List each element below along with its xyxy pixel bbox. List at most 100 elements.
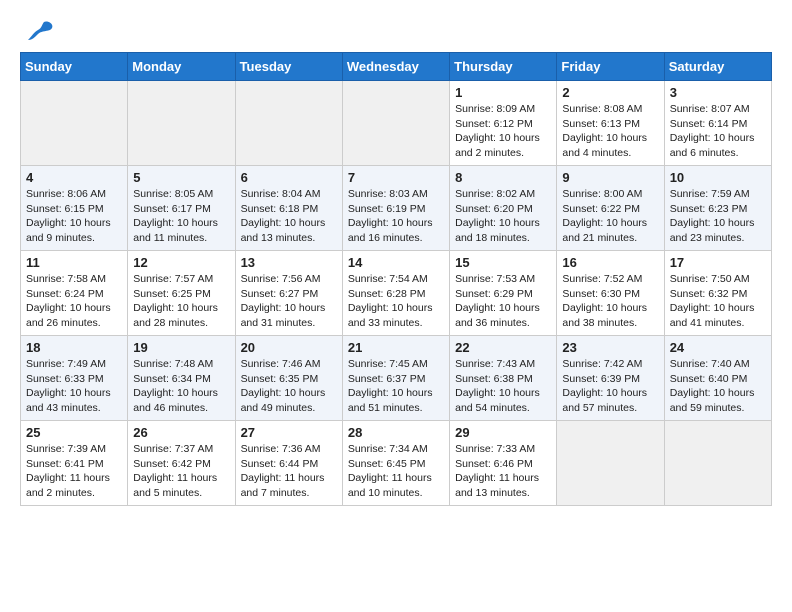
day-number: 20 (241, 340, 337, 355)
day-info: Sunrise: 7:49 AMSunset: 6:33 PMDaylight:… (26, 357, 122, 416)
calendar-day-cell: 9 Sunrise: 8:00 AMSunset: 6:22 PMDaylight… (557, 166, 664, 251)
calendar-day-cell (664, 421, 771, 506)
day-number: 12 (133, 255, 229, 270)
calendar-day-cell: 22Sunrise: 7:43 AMSunset: 6:38 PMDayligh… (450, 336, 557, 421)
day-info: Sunrise: 8:00 AMSunset: 6:22 PMDaylight:… (562, 187, 658, 246)
day-number: 3 (670, 85, 766, 100)
day-number: 6 (241, 170, 337, 185)
day-info: Sunrise: 7:43 AMSunset: 6:38 PMDaylight:… (455, 357, 551, 416)
calendar-day-cell: 13 Sunrise: 7:56 AMSunset: 6:27 PMDayligh… (235, 251, 342, 336)
day-number: 17 (670, 255, 766, 270)
logo-bird-icon (24, 20, 56, 42)
day-number: 28 (348, 425, 444, 440)
day-number: 2 (562, 85, 658, 100)
day-info: Sunrise: 7:39 AMSunset: 6:41 PMDaylight:… (26, 442, 122, 501)
calendar-day-cell: 23 Sunrise: 7:42 AMSunset: 6:39 PMDayligh… (557, 336, 664, 421)
day-number: 8 (455, 170, 551, 185)
calendar-week-row: 18 Sunrise: 7:49 AMSunset: 6:33 PMDayligh… (21, 336, 772, 421)
day-number: 9 (562, 170, 658, 185)
day-number: 21 (348, 340, 444, 355)
day-info: Sunrise: 7:46 AMSunset: 6:35 PMDaylight:… (241, 357, 337, 416)
day-info: Sunrise: 7:37 AMSunset: 6:42 PMDaylight:… (133, 442, 229, 501)
calendar-day-cell: 18 Sunrise: 7:49 AMSunset: 6:33 PMDayligh… (21, 336, 128, 421)
day-info: Sunrise: 7:42 AMSunset: 6:39 PMDaylight:… (562, 357, 658, 416)
day-number: 4 (26, 170, 122, 185)
weekday-header-row: SundayMondayTuesdayWednesdayThursdayFrid… (21, 53, 772, 81)
calendar-day-cell: 25Sunrise: 7:39 AMSunset: 6:41 PMDayligh… (21, 421, 128, 506)
day-number: 13 (241, 255, 337, 270)
day-number: 27 (241, 425, 337, 440)
day-info: Sunrise: 7:33 AMSunset: 6:46 PMDaylight:… (455, 442, 551, 501)
day-info: Sunrise: 8:07 AMSunset: 6:14 PMDaylight:… (670, 102, 766, 161)
day-number: 24 (670, 340, 766, 355)
calendar-day-cell: 28 Sunrise: 7:34 AMSunset: 6:45 PMDayligh… (342, 421, 449, 506)
weekday-header-tuesday: Tuesday (235, 53, 342, 81)
day-info: Sunrise: 8:02 AMSunset: 6:20 PMDaylight:… (455, 187, 551, 246)
calendar-day-cell: 15Sunrise: 7:53 AMSunset: 6:29 PMDayligh… (450, 251, 557, 336)
calendar-day-cell: 8 Sunrise: 8:02 AMSunset: 6:20 PMDaylight… (450, 166, 557, 251)
weekday-header-saturday: Saturday (664, 53, 771, 81)
page-header (20, 20, 772, 42)
day-info: Sunrise: 8:09 AMSunset: 6:12 PMDaylight:… (455, 102, 551, 161)
day-info: Sunrise: 8:03 AMSunset: 6:19 PMDaylight:… (348, 187, 444, 246)
calendar-day-cell: 12 Sunrise: 7:57 AMSunset: 6:25 PMDayligh… (128, 251, 235, 336)
calendar-day-cell: 1 Sunrise: 8:09 AMSunset: 6:12 PMDaylight… (450, 81, 557, 166)
calendar-day-cell: 26 Sunrise: 7:37 AMSunset: 6:42 PMDayligh… (128, 421, 235, 506)
calendar-day-cell: 17 Sunrise: 7:50 AMSunset: 6:32 PMDayligh… (664, 251, 771, 336)
day-info: Sunrise: 7:59 AMSunset: 6:23 PMDaylight:… (670, 187, 766, 246)
calendar-day-cell (128, 81, 235, 166)
calendar-day-cell: 7 Sunrise: 8:03 AMSunset: 6:19 PMDaylight… (342, 166, 449, 251)
day-number: 23 (562, 340, 658, 355)
day-info: Sunrise: 7:56 AMSunset: 6:27 PMDaylight:… (241, 272, 337, 331)
day-info: Sunrise: 8:06 AMSunset: 6:15 PMDaylight:… (26, 187, 122, 246)
weekday-header-thursday: Thursday (450, 53, 557, 81)
calendar-day-cell: 11Sunrise: 7:58 AMSunset: 6:24 PMDayligh… (21, 251, 128, 336)
weekday-header-monday: Monday (128, 53, 235, 81)
calendar-day-cell: 16Sunrise: 7:52 AMSunset: 6:30 PMDayligh… (557, 251, 664, 336)
day-number: 14 (348, 255, 444, 270)
calendar-day-cell: 5 Sunrise: 8:05 AMSunset: 6:17 PMDaylight… (128, 166, 235, 251)
day-info: Sunrise: 7:57 AMSunset: 6:25 PMDaylight:… (133, 272, 229, 331)
day-number: 29 (455, 425, 551, 440)
calendar-day-cell: 19 Sunrise: 7:48 AMSunset: 6:34 PMDayligh… (128, 336, 235, 421)
calendar-table: SundayMondayTuesdayWednesdayThursdayFrid… (20, 52, 772, 506)
day-info: Sunrise: 7:53 AMSunset: 6:29 PMDaylight:… (455, 272, 551, 331)
calendar-week-row: 4 Sunrise: 8:06 AMSunset: 6:15 PMDaylight… (21, 166, 772, 251)
calendar-day-cell: 24 Sunrise: 7:40 AMSunset: 6:40 PMDayligh… (664, 336, 771, 421)
weekday-header-wednesday: Wednesday (342, 53, 449, 81)
calendar-day-cell: 21 Sunrise: 7:45 AMSunset: 6:37 PMDayligh… (342, 336, 449, 421)
day-info: Sunrise: 7:40 AMSunset: 6:40 PMDaylight:… (670, 357, 766, 416)
calendar-day-cell: 3 Sunrise: 8:07 AMSunset: 6:14 PMDaylight… (664, 81, 771, 166)
calendar-day-cell: 29 Sunrise: 7:33 AMSunset: 6:46 PMDayligh… (450, 421, 557, 506)
calendar-day-cell (21, 81, 128, 166)
day-number: 1 (455, 85, 551, 100)
calendar-day-cell: 10 Sunrise: 7:59 AMSunset: 6:23 PMDayligh… (664, 166, 771, 251)
day-number: 26 (133, 425, 229, 440)
day-number: 10 (670, 170, 766, 185)
day-number: 7 (348, 170, 444, 185)
day-info: Sunrise: 8:04 AMSunset: 6:18 PMDaylight:… (241, 187, 337, 246)
calendar-day-cell (235, 81, 342, 166)
calendar-day-cell: 20 Sunrise: 7:46 AMSunset: 6:35 PMDayligh… (235, 336, 342, 421)
day-info: Sunrise: 7:48 AMSunset: 6:34 PMDaylight:… (133, 357, 229, 416)
day-info: Sunrise: 7:58 AMSunset: 6:24 PMDaylight:… (26, 272, 122, 331)
day-info: Sunrise: 7:52 AMSunset: 6:30 PMDaylight:… (562, 272, 658, 331)
day-number: 18 (26, 340, 122, 355)
day-number: 19 (133, 340, 229, 355)
day-info: Sunrise: 7:54 AMSunset: 6:28 PMDaylight:… (348, 272, 444, 331)
calendar-day-cell: 6 Sunrise: 8:04 AMSunset: 6:18 PMDaylight… (235, 166, 342, 251)
logo (20, 20, 56, 42)
calendar-day-cell: 14 Sunrise: 7:54 AMSunset: 6:28 PMDayligh… (342, 251, 449, 336)
calendar-day-cell: 27Sunrise: 7:36 AMSunset: 6:44 PMDayligh… (235, 421, 342, 506)
weekday-header-sunday: Sunday (21, 53, 128, 81)
day-info: Sunrise: 7:34 AMSunset: 6:45 PMDaylight:… (348, 442, 444, 501)
day-info: Sunrise: 7:45 AMSunset: 6:37 PMDaylight:… (348, 357, 444, 416)
day-info: Sunrise: 7:50 AMSunset: 6:32 PMDaylight:… (670, 272, 766, 331)
calendar-day-cell (557, 421, 664, 506)
day-number: 5 (133, 170, 229, 185)
calendar-day-cell: 4 Sunrise: 8:06 AMSunset: 6:15 PMDaylight… (21, 166, 128, 251)
calendar-day-cell (342, 81, 449, 166)
calendar-week-row: 1 Sunrise: 8:09 AMSunset: 6:12 PMDaylight… (21, 81, 772, 166)
day-info: Sunrise: 8:05 AMSunset: 6:17 PMDaylight:… (133, 187, 229, 246)
calendar-day-cell: 2Sunrise: 8:08 AMSunset: 6:13 PMDaylight… (557, 81, 664, 166)
